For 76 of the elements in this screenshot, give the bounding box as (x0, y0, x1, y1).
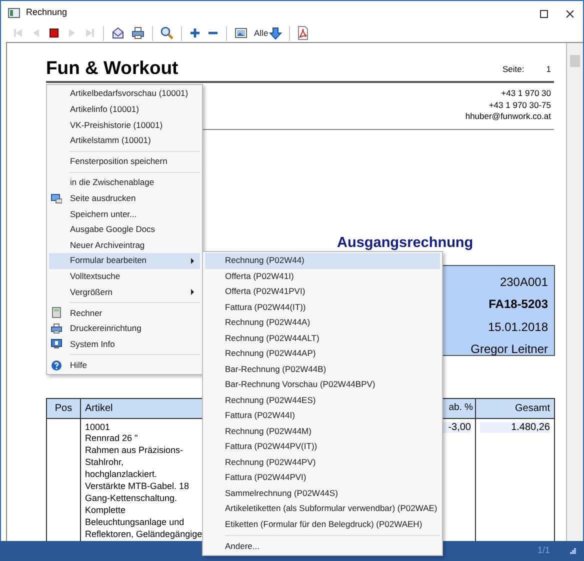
menu-item[interactable]: VK-Preishistorie (10001) (49, 117, 200, 133)
submenu-item[interactable]: Rechnung (P02W44A) (205, 315, 440, 330)
first-page-icon (12, 27, 24, 39)
submenu-item[interactable]: Offerta (P02W41PVI) (205, 284, 440, 300)
resize-grip-icon (570, 548, 576, 554)
all-pages-button[interactable]: Alle (251, 25, 286, 41)
article-description: 10001 Rennrad 26 " Rahmen aus Präzisions- Stahlrohr, hochglanzlackiert. Verstärkte MTB-Gabel. 18 Gang-Kettenschaltung. Komplette Beleuchtungsanlage und Reflektoren, Geländegängige (85, 422, 204, 541)
help-icon (51, 360, 62, 370)
menu-item[interactable]: in die Zwischenablage (49, 174, 200, 191)
submenu-item[interactable]: Sammelrechnung (P02W44S) (205, 486, 440, 501)
submenu-item[interactable]: Fattura (P02W44PV(IT)) (205, 439, 440, 454)
table-cell: 1.480,26 (480, 422, 550, 434)
submenu-item[interactable]: Rechnung (P02W44ES) (205, 392, 440, 408)
page-label: Seite: (502, 63, 524, 76)
page-counter: 1/1 (537, 544, 550, 558)
close-button[interactable] (565, 8, 575, 18)
plus-icon (189, 27, 201, 39)
submenu-item[interactable]: Andere... (205, 538, 440, 554)
submenu-item[interactable]: Rechnung (P02W44AP) (205, 346, 440, 362)
menu-item[interactable]: Artikelbedarfsvorschau (10001) (49, 86, 200, 102)
search-icon (160, 26, 174, 40)
menu-item[interactable]: Druckereinrichtung (49, 320, 200, 336)
monitor-icon (51, 338, 62, 350)
menu-item[interactable]: Volltextsuche (49, 268, 200, 284)
menu-item[interactable]: Fensterposition speichern (49, 154, 200, 170)
submenu-item[interactable]: Fattura (P02W44I) (205, 408, 440, 424)
pdf-icon (297, 26, 310, 40)
column-header: Pos (54, 402, 72, 414)
submenu-item[interactable]: Bar-Rechnung Vorschau (P02W44BPV) (205, 377, 440, 392)
menu-item[interactable]: Ausgabe Google Docs (49, 222, 200, 238)
submenu-item[interactable]: Offerta (P02W41I) (205, 268, 440, 284)
column-header: Gesamt (514, 402, 550, 414)
menu-item[interactable]: Rechner (49, 305, 200, 321)
page-number: 1 (546, 63, 551, 76)
last-page-icon (84, 27, 96, 39)
menu-item[interactable]: System Info (49, 336, 200, 352)
info-value: 15.01.2018 (486, 318, 548, 336)
printer-icon (51, 322, 62, 334)
printer-icon (131, 26, 145, 40)
window-title: Rechnung (26, 6, 68, 19)
menu-item[interactable]: Artikelstamm (10001) (49, 132, 200, 148)
menu-item[interactable]: Formular bearbeiten (49, 252, 200, 269)
company-name: Fun & Workout (46, 57, 178, 79)
document-title: Ausgangsrechnung (337, 236, 474, 250)
stop-icon (48, 27, 60, 39)
monitor-printer-icon (51, 192, 62, 204)
window-icon (8, 8, 20, 18)
submenu-item[interactable]: Bar-Rechnung (P02W44B) (205, 362, 440, 377)
menu-item[interactable]: Vergrößern (49, 284, 200, 300)
menu-item[interactable]: Seite ausdrucken (49, 190, 200, 206)
submenu-item[interactable]: Rechnung (P02W44PV) (205, 454, 440, 470)
menu-item[interactable]: Artikelinfo (10001) (49, 102, 200, 118)
column-header: ab. % (448, 402, 473, 413)
menu-item[interactable]: Neuer Archiveintrag (49, 237, 200, 253)
submenu-item[interactable]: Artikeletiketten (als Subformular verwendbar) (P02WAE) (205, 501, 440, 516)
calculator-icon (51, 307, 62, 318)
picture-frame-icon (234, 26, 248, 40)
scrollbar[interactable] (567, 43, 583, 541)
submenu-item[interactable]: Rechnung (P02W44ALT) (205, 330, 440, 346)
submenu-item[interactable]: Etiketten (Formular für den Belegdruck) (P02WAEH) (205, 516, 440, 532)
contact-line: +43 1 970 30-75 (488, 100, 551, 111)
contact-line: +43 1 970 30 (501, 88, 551, 100)
column-header: Artikel (85, 402, 113, 414)
submenu-item[interactable]: Fattura (P02W44PVI) (205, 470, 440, 486)
info-value: FA18-5203 (488, 296, 548, 313)
contact-line: hhuber@funwork.co.at (465, 111, 551, 122)
menu-item[interactable]: Speichern unter... (49, 206, 200, 222)
maximize-button[interactable] (539, 8, 549, 18)
scroll-thumb[interactable] (570, 55, 580, 67)
submenu-item[interactable]: Fattura (P02W44(IT)) (205, 300, 440, 315)
submenu-item[interactable]: Rechnung (P02W44) (205, 253, 440, 268)
menu-item[interactable]: Hilfe (49, 358, 200, 374)
down-arrow-icon (269, 26, 282, 40)
envelope-icon (111, 26, 125, 40)
info-value: Gregor Leitner (470, 341, 548, 358)
info-value: 230A001 (498, 274, 548, 290)
